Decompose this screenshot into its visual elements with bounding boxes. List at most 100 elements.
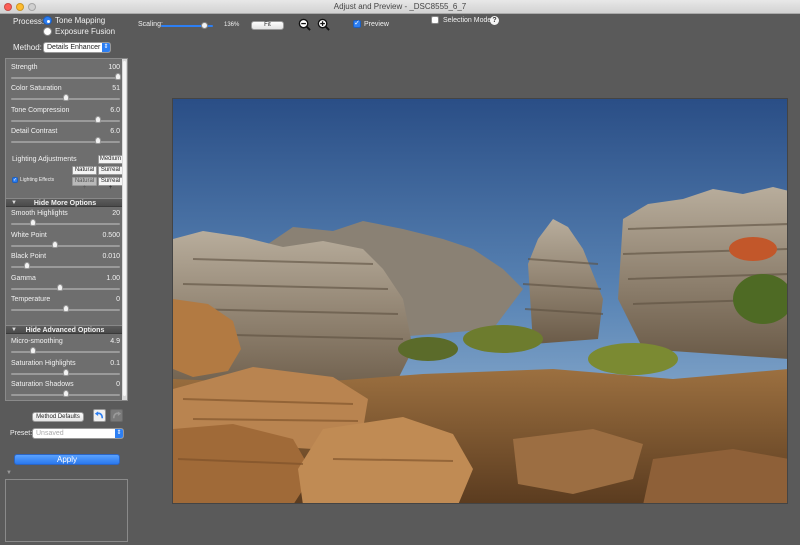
param-name: Smooth Highlights: [11, 210, 68, 217]
scaling-slider-knob[interactable]: [201, 22, 209, 29]
slider-track[interactable]: [11, 288, 120, 290]
undo-button[interactable]: [93, 409, 106, 422]
method-label: Method:: [13, 43, 42, 52]
lighting-medium-button[interactable]: Medium: [98, 155, 123, 164]
chevron-updown-icon: ⇕: [102, 43, 110, 52]
slider-knob[interactable]: [24, 262, 31, 269]
thumbnail-disclosure-icon[interactable]: ▼: [6, 470, 12, 476]
selection-mode-checkbox[interactable]: Selection Mode: [431, 16, 491, 24]
process-option-tone-mapping[interactable]: Tone Mapping: [43, 16, 105, 25]
lighting-surreal-plus-button[interactable]: Surreal +: [98, 177, 123, 191]
section-title: Hide Advanced Options: [25, 327, 105, 334]
preset-label: Preset:: [10, 430, 33, 437]
slider-track[interactable]: [11, 245, 120, 247]
param-black-point[interactable]: Black Point 0.010: [6, 253, 124, 274]
param-temperature[interactable]: Temperature 0: [6, 296, 124, 317]
param-white-point[interactable]: White Point 0.500: [6, 232, 124, 253]
hide-advanced-options-header[interactable]: ▼ Hide Advanced Options: [6, 325, 124, 334]
param-color-saturation[interactable]: Color Saturation 51: [6, 85, 124, 106]
slider-knob[interactable]: [29, 347, 36, 354]
process-option-exposure-fusion[interactable]: Exposure Fusion: [43, 27, 115, 36]
param-value: 100: [108, 64, 120, 71]
slider-knob[interactable]: [95, 137, 102, 144]
param-value: 0.1: [110, 360, 120, 367]
slider-knob[interactable]: [95, 116, 102, 123]
lighting-effects-label: Lighting Effects: [20, 177, 55, 183]
preview-label: Preview: [364, 20, 389, 28]
param-micro-smoothing[interactable]: Micro-smoothing 4.9: [6, 338, 124, 359]
preview-checkbox[interactable]: ✓ Preview: [353, 20, 389, 28]
zoom-in-icon[interactable]: [317, 18, 330, 31]
param-name: Saturation Highlights: [11, 360, 76, 367]
param-name: Tone Compression: [11, 107, 70, 114]
slider-knob[interactable]: [62, 305, 69, 312]
param-name: White Point: [11, 232, 47, 239]
process-label: Process:: [13, 17, 45, 26]
hide-more-options-header[interactable]: ▼ Hide More Options: [6, 198, 124, 207]
method-select-value: Details Enhancer: [47, 44, 101, 51]
title-bar: Adjust and Preview - _DSC8555_6_7: [0, 0, 800, 14]
slider-knob[interactable]: [62, 390, 69, 397]
redo-button[interactable]: [110, 409, 123, 422]
checkmark-icon: ✓: [12, 177, 18, 183]
param-smooth-highlights[interactable]: Smooth Highlights 20: [6, 210, 124, 231]
slider-knob[interactable]: [62, 369, 69, 376]
param-name: Saturation Shadows: [11, 381, 74, 388]
lighting-adjustments-label: Lighting Adjustments: [12, 156, 77, 163]
lighting-natural-button[interactable]: Natural: [72, 166, 97, 175]
param-name: Black Point: [11, 253, 47, 260]
preview-image[interactable]: [172, 98, 788, 504]
thumbnail-navigator[interactable]: [5, 479, 128, 542]
apply-button[interactable]: Apply: [14, 454, 120, 465]
help-icon[interactable]: ?: [490, 16, 499, 25]
slider-knob[interactable]: [57, 284, 64, 291]
param-name: Color Saturation: [11, 85, 62, 92]
param-detail-contrast[interactable]: Detail Contrast 6.0: [6, 128, 124, 149]
radio-selected-icon: [43, 16, 52, 25]
param-value: 20: [112, 210, 120, 217]
param-strength[interactable]: Strength 100: [6, 64, 124, 85]
param-value: 4.9: [110, 338, 120, 345]
section-title: Hide More Options: [33, 200, 97, 207]
lighting-natural-plus-button[interactable]: Natural +: [72, 177, 97, 191]
settings-panel[interactable]: Strength 100 Color Saturation 51 Tone Co…: [5, 58, 128, 401]
redo-arrow-icon: [112, 411, 122, 419]
scaling-slider[interactable]: [161, 22, 213, 29]
param-value: 0: [116, 381, 120, 388]
param-name: Gamma: [11, 275, 36, 282]
param-saturation-shadows[interactable]: Saturation Shadows 0: [6, 381, 124, 400]
slider-track[interactable]: [11, 351, 120, 353]
preset-select-value: Unsaved: [36, 430, 64, 437]
param-saturation-highlights[interactable]: Saturation Highlights 0.1: [6, 360, 124, 381]
panel-scrollbar[interactable]: [122, 59, 127, 400]
param-value: 0.500: [102, 232, 120, 239]
method-select[interactable]: Details Enhancer ⇕: [43, 42, 111, 53]
fit-button[interactable]: Fit: [251, 21, 284, 30]
scrollbar-thumb[interactable]: [123, 61, 126, 396]
preset-select[interactable]: Unsaved ⇕: [32, 428, 124, 439]
slider-knob[interactable]: [29, 219, 36, 226]
landscape-photo: [173, 99, 787, 503]
slider-knob[interactable]: [51, 241, 58, 248]
slider-track[interactable]: [11, 120, 120, 122]
slider-knob[interactable]: [62, 94, 69, 101]
slider-knob[interactable]: [114, 73, 121, 80]
param-tone-compression[interactable]: Tone Compression 6.0: [6, 107, 124, 128]
param-value: 51: [112, 85, 120, 92]
param-name: Detail Contrast: [11, 128, 58, 135]
slider-track[interactable]: [11, 223, 120, 225]
param-name: Temperature: [11, 296, 51, 303]
param-gamma[interactable]: Gamma 1.00: [6, 275, 124, 296]
window-title: Adjust and Preview - _DSC8555_6_7: [333, 2, 467, 11]
slider-track[interactable]: [11, 141, 120, 143]
lighting-surreal-button[interactable]: Surreal: [98, 166, 123, 175]
slider-track[interactable]: [11, 77, 120, 79]
param-name: Micro-smoothing: [11, 338, 63, 345]
param-value: 0.010: [102, 253, 120, 260]
param-value: 6.0: [110, 107, 120, 114]
method-defaults-button[interactable]: Method Defaults: [32, 412, 84, 422]
lighting-effects-checkbox[interactable]: ✓ Lighting Effects: [12, 177, 54, 183]
zoom-out-icon[interactable]: [298, 18, 311, 31]
checkmark-icon: ✓: [353, 20, 361, 28]
scaling-label: Scaling:: [138, 21, 163, 28]
